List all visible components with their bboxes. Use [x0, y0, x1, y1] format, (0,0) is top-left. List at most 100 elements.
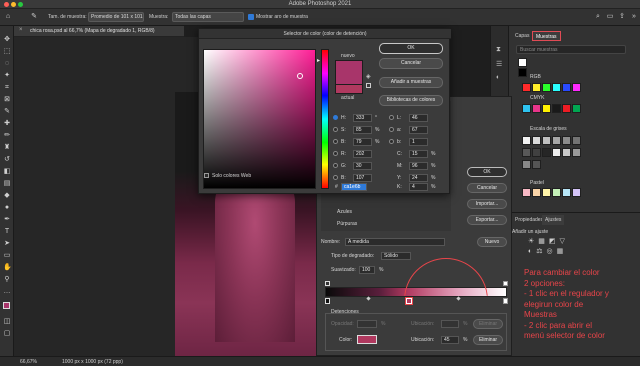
delete-color-stop-button[interactable]: Eliminar — [473, 335, 503, 345]
quick-mask-icon[interactable]: ◫ — [3, 318, 11, 326]
gradient-export-button[interactable]: Exportar... — [467, 215, 507, 225]
swatch-group-pastel[interactable]: Pastel — [530, 180, 544, 186]
tab-layers[interactable]: Capas — [512, 31, 532, 41]
web-colors-checkbox[interactable] — [204, 173, 209, 178]
eraser-tool-icon[interactable]: ◧ — [3, 168, 11, 176]
more-tools-icon[interactable]: … — [3, 288, 11, 296]
g-radio[interactable] — [333, 163, 338, 168]
brush-tool-icon[interactable]: ✏ — [3, 132, 11, 140]
blue-input[interactable]: 107 — [353, 174, 372, 182]
swatch[interactable] — [542, 83, 551, 92]
search-icon[interactable]: ⌕ — [594, 13, 602, 21]
swatch[interactable] — [532, 104, 541, 113]
swatch[interactable] — [522, 104, 531, 113]
swatch[interactable] — [542, 104, 551, 113]
adjustment-icons-row2[interactable]: ◐⚖◎▦ — [528, 247, 567, 255]
picker-ok-button[interactable]: OK — [379, 43, 443, 54]
g-input[interactable]: 30 — [353, 162, 372, 170]
swatch[interactable] — [522, 188, 531, 197]
swatch[interactable] — [518, 68, 527, 77]
h-radio[interactable] — [333, 115, 338, 120]
frame-tool-icon[interactable]: ⊠ — [3, 96, 11, 104]
swatch[interactable] — [552, 136, 561, 145]
swatch[interactable] — [562, 188, 571, 197]
swatch[interactable] — [542, 136, 551, 145]
swatch[interactable] — [532, 160, 541, 169]
swatch[interactable] — [532, 136, 541, 145]
stamp-tool-icon[interactable]: ♜ — [3, 144, 11, 152]
swatch[interactable] — [522, 136, 531, 145]
adjust-icon[interactable]: ◐ — [496, 74, 500, 81]
hex-input[interactable]: ca1e6b — [341, 183, 367, 191]
eyedropper-icon[interactable]: ✎ — [30, 13, 38, 21]
gradient-smooth-input[interactable]: 100 — [359, 266, 375, 274]
tab-properties[interactable]: Propiedades — [512, 215, 546, 225]
swatch[interactable] — [572, 148, 581, 157]
sample-select[interactable]: Todas las capas — [172, 12, 244, 22]
swatch[interactable] — [532, 148, 541, 157]
c-input[interactable]: 15 — [409, 150, 428, 158]
preset-folder[interactable]: Púrpuras — [337, 221, 357, 227]
swatch[interactable] — [562, 83, 571, 92]
gradient-new-button[interactable]: Nuevo — [477, 237, 507, 247]
gradient-name-input[interactable]: A medida — [345, 238, 445, 246]
swatch[interactable] — [552, 83, 561, 92]
lab-b-radio[interactable] — [389, 139, 394, 144]
swatch[interactable] — [532, 83, 541, 92]
swatch[interactable] — [542, 148, 551, 157]
swatch-group-cmyk[interactable]: CMYK — [530, 95, 544, 101]
pen-tool-icon[interactable]: ✒ — [3, 216, 11, 224]
move-tool-icon[interactable]: ✥ — [3, 36, 11, 44]
hue-slider[interactable]: ▸ — [317, 49, 329, 189]
swatch[interactable] — [522, 160, 531, 169]
color-stop-selected[interactable] — [406, 298, 412, 304]
gradient-import-button[interactable]: Importar... — [467, 199, 507, 209]
document-tab[interactable]: × chica rosa.psd al 66,7% (Mapa de degra… — [14, 26, 184, 37]
color-field[interactable] — [203, 49, 316, 189]
swatch[interactable] — [572, 188, 581, 197]
history-icon[interactable]: ⧗ — [496, 46, 501, 54]
s-radio[interactable] — [333, 127, 338, 132]
add-to-swatches-button[interactable]: Añadir a muestras — [379, 77, 443, 88]
zoom-level[interactable]: 66,67% — [20, 359, 37, 365]
swatch[interactable] — [552, 188, 561, 197]
healing-tool-icon[interactable]: ✚ — [3, 120, 11, 128]
stop-color-swatch[interactable] — [357, 335, 377, 344]
y-input[interactable]: 24 — [409, 174, 428, 182]
color-stop[interactable] — [325, 298, 330, 304]
l-input[interactable]: 46 — [409, 114, 428, 122]
type-tool-icon[interactable]: T — [3, 228, 11, 236]
midpoint-diamond[interactable] — [366, 296, 371, 301]
adjustment-icons[interactable]: ☀▦◩▽ — [528, 237, 569, 245]
foreground-color-swatch[interactable] — [3, 302, 10, 309]
swatch[interactable] — [572, 83, 581, 92]
swatch[interactable] — [562, 136, 571, 145]
b-input[interactable]: 79 — [353, 138, 372, 146]
blue-radio[interactable] — [333, 175, 338, 180]
opacity-stop-left[interactable] — [325, 281, 330, 286]
s-input[interactable]: 85 — [353, 126, 372, 134]
swatch[interactable] — [532, 188, 541, 197]
panel-arrows-icon[interactable]: » — [630, 13, 638, 21]
shape-tool-icon[interactable]: ▭ — [3, 252, 11, 260]
r-radio[interactable] — [333, 151, 338, 156]
swatch[interactable] — [552, 104, 561, 113]
color-field-marker[interactable] — [297, 73, 303, 79]
a-radio[interactable] — [389, 127, 394, 132]
gradient-ok-button[interactable]: OK — [467, 167, 507, 177]
color-libraries-button[interactable]: Bibliotecas de colores — [379, 95, 443, 106]
quick-select-tool-icon[interactable]: ✦ — [3, 72, 11, 80]
history-brush-icon[interactable]: ↺ — [3, 156, 11, 164]
opacity-input[interactable] — [357, 320, 377, 328]
hue-slider-handle[interactable]: ▸ — [317, 57, 320, 64]
swatch[interactable] — [542, 188, 551, 197]
a-input[interactable]: 67 — [409, 126, 428, 134]
tab-swatches[interactable]: Muestras — [532, 31, 561, 41]
swatch-group-grayscale[interactable]: Escala de grises — [530, 126, 567, 132]
sample-size-select[interactable]: Promedio de 101 x 101 — [88, 12, 144, 22]
swatch[interactable] — [562, 104, 571, 113]
screen-mode-icon[interactable]: ▢ — [3, 330, 11, 338]
midpoint-diamond[interactable] — [456, 296, 461, 301]
swatch[interactable] — [552, 148, 561, 157]
swatch-group-rgb[interactable]: RGB — [530, 74, 541, 80]
